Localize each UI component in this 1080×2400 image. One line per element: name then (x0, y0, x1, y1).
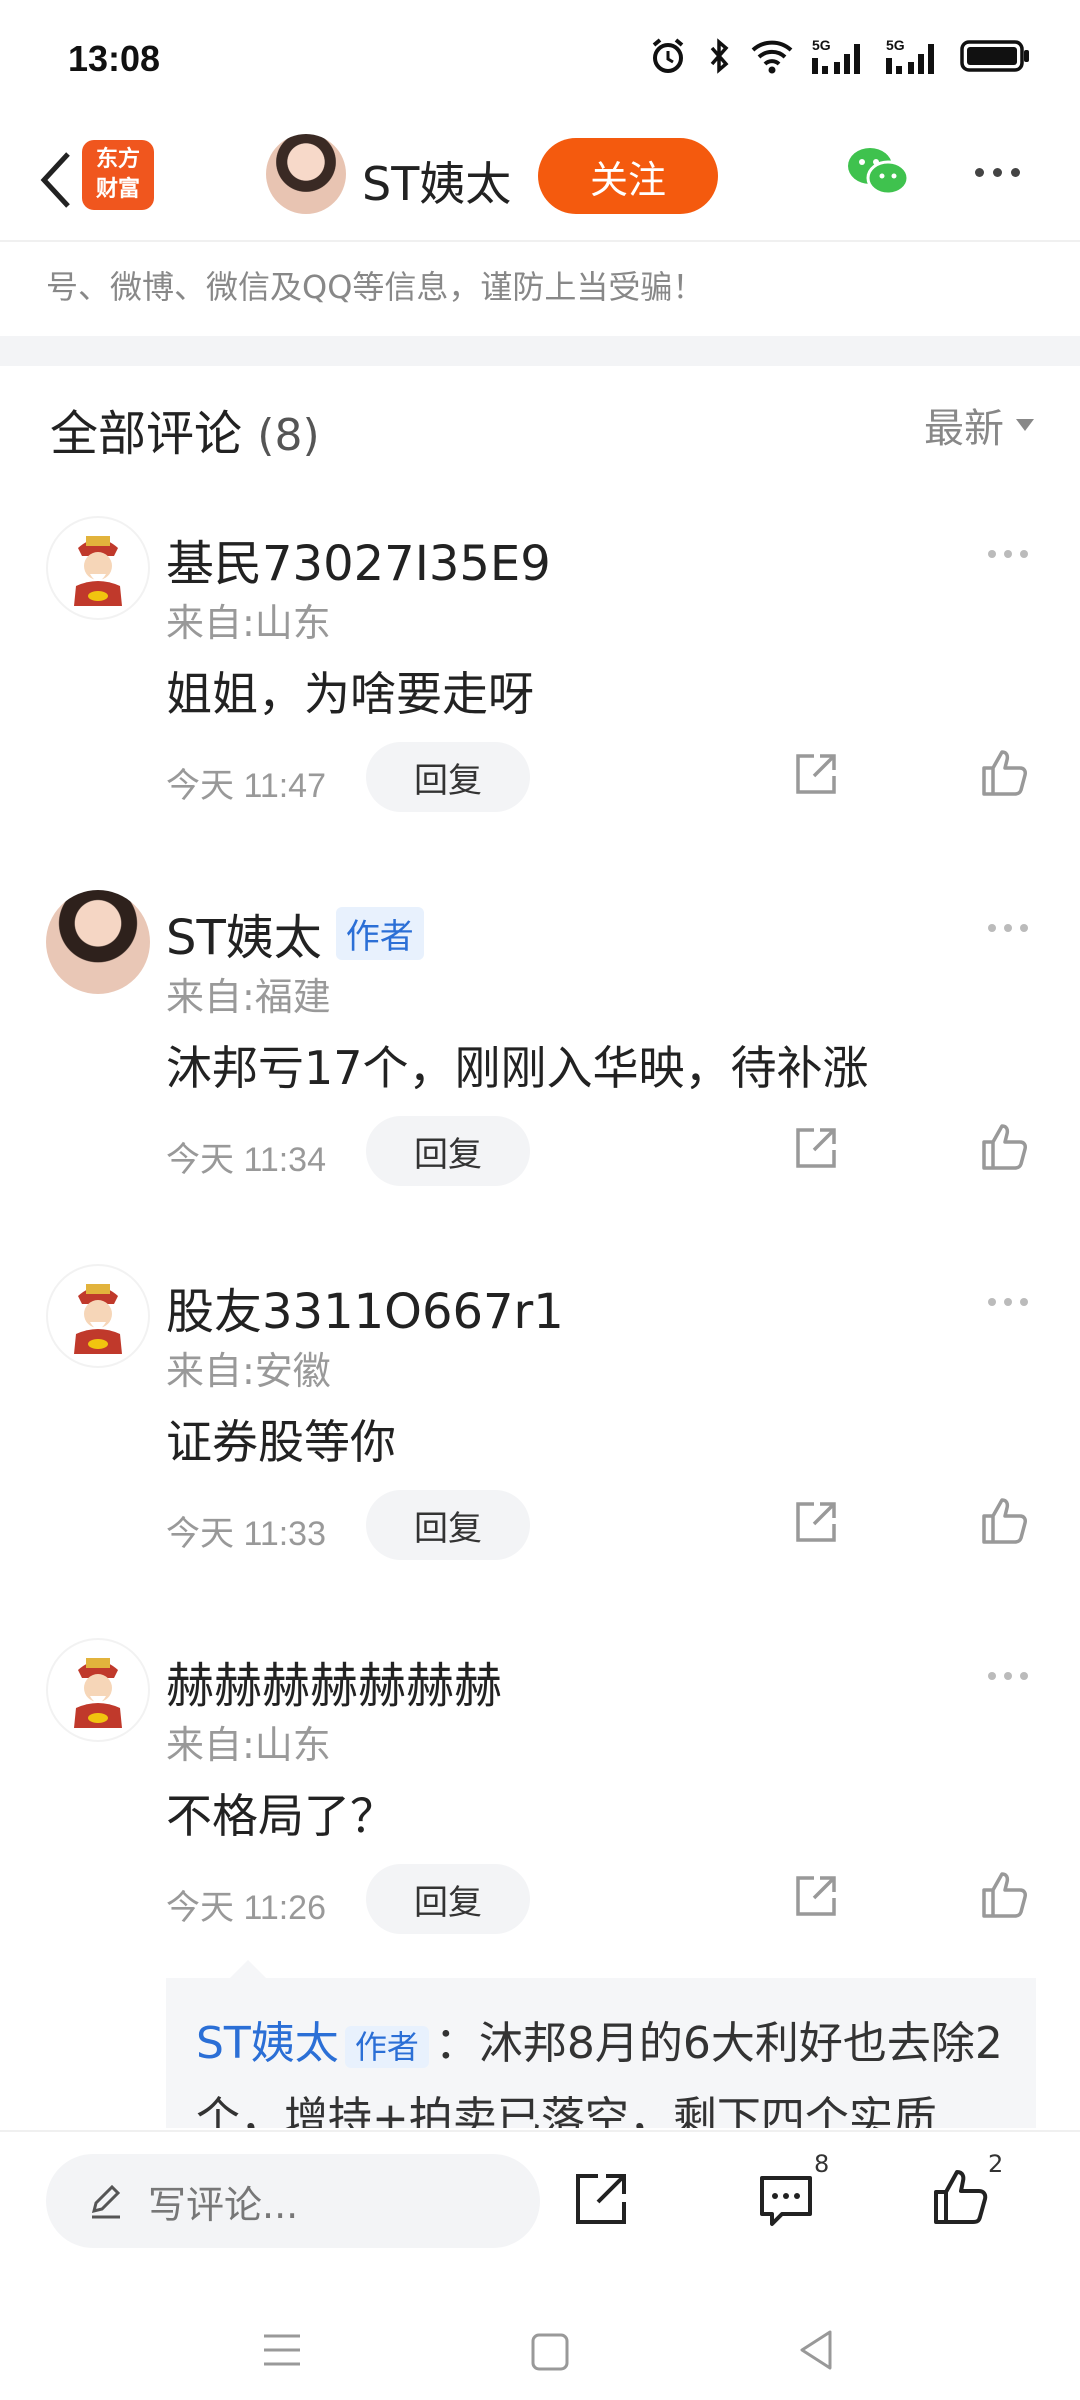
comments-title-label: 全部评论 (50, 406, 243, 462)
commenter-name[interactable]: 赫赫赫赫赫赫赫 (166, 1646, 502, 1716)
comment-bubble-icon (760, 2176, 812, 2226)
section-separator (0, 336, 1080, 366)
back-button[interactable] (24, 144, 88, 216)
commenter-name[interactable]: ST姨太 作者 (166, 898, 424, 968)
comment-item: 股友3311O667r1 来自:安徽 证券股等你 今天 11:33 回复 (0, 1264, 1080, 1638)
square-icon (531, 2333, 569, 2371)
share-icon[interactable] (792, 1124, 840, 1176)
nested-reply[interactable]: ST姨太 作者 ：沐邦8月的6大利好也去除2个，增持+拍卖已落空，剩下四个实质 (166, 1978, 1036, 2128)
commenter-name-text: 基民73027I35E9 (166, 536, 551, 592)
comment-text: 不格局了？ (166, 1789, 396, 1843)
logo-text-bottom: 财富 (95, 177, 140, 202)
write-comment-placeholder: 写评论... (148, 2182, 299, 2227)
sort-label: 最新 (924, 406, 1004, 452)
reply-button[interactable]: 回复 (366, 1864, 530, 1934)
reply-button[interactable]: 回复 (366, 1116, 530, 1186)
top-nav-header: 东方 财富 ST姨太 关注 (0, 120, 1080, 240)
share-icon[interactable] (792, 1498, 840, 1550)
comments-section-title: 全部评论 (8) (50, 394, 320, 464)
like-icon[interactable] (978, 1494, 1030, 1550)
comment-more-icon[interactable] (988, 1298, 1028, 1306)
write-comment-input[interactable]: 写评论... (46, 2154, 540, 2248)
comment-text: 姐姐，为啥要走呀 (166, 667, 534, 721)
share-icon[interactable] (792, 750, 840, 802)
commenter-name-text: 股友3311O667r1 (166, 1284, 564, 1340)
like-icon[interactable] (978, 746, 1030, 802)
caishen-avatar[interactable] (46, 1264, 150, 1368)
author-name[interactable]: ST姨太 (362, 148, 511, 214)
comment-more-icon[interactable] (988, 924, 1028, 932)
reply-button[interactable]: 回复 (366, 1490, 530, 1560)
alarm-icon (652, 38, 684, 73)
commenter-name-text: 赫赫赫赫赫赫赫 (166, 1658, 503, 1714)
status-time: 13:08 (68, 38, 161, 79)
system-back-button[interactable] (796, 2328, 836, 2376)
user-photo-avatar[interactable] (46, 890, 150, 994)
comment-count-badge: 8 (814, 2150, 830, 2178)
comment-item: ST姨太 作者 来自:福建 沐邦亏17个，刚刚入华映，待补涨 今天 11:34 … (0, 890, 1080, 1264)
comment-item: 基民73027I35E9 来自:山东 姐姐，为啥要走呀 今天 11:47 回复 (0, 516, 1080, 890)
share-icon[interactable] (792, 1872, 840, 1924)
caret-down-icon (1016, 419, 1034, 431)
signal-5g-icon: 5G (812, 37, 860, 74)
commenter-name[interactable]: 基民73027I35E9 (166, 524, 551, 594)
like-icon[interactable] (978, 1868, 1030, 1924)
reply-button[interactable]: 回复 (366, 742, 530, 812)
like-icon[interactable] (978, 1120, 1030, 1176)
comment-time: 今天 11:26 (166, 1889, 327, 1927)
author-avatar[interactable] (266, 134, 346, 214)
share-icon (576, 2174, 626, 2224)
battery-icon (960, 40, 1029, 72)
comments-count: (8) (257, 410, 320, 461)
bottom-action-bar: 写评论... 8 2 (0, 2130, 1080, 2270)
reply-pointer (230, 1960, 266, 1978)
comment-time: 今天 11:47 (166, 767, 327, 805)
share-button[interactable] (572, 2170, 630, 2232)
more-options-icon[interactable] (975, 168, 1020, 177)
status-bar: 13:08 5G 5G (0, 0, 1080, 120)
comment-item: 赫赫赫赫赫赫赫 来自:山东 不格局了？ 今天 11:26 回复 (0, 1638, 1080, 2012)
comment-time: 今天 11:34 (166, 1141, 327, 1179)
commenter-location: 来自:山东 (166, 601, 331, 645)
like-count-badge: 2 (988, 2150, 1004, 2178)
wechat-share-icon[interactable] (846, 144, 910, 204)
scam-warning-notice: 号、微博、微信及QQ等信息，谨防上当受骗！ (46, 268, 705, 306)
recent-apps-button[interactable] (262, 2332, 302, 2372)
comment-text: 证券股等你 (166, 1415, 396, 1469)
comment-time: 今天 11:33 (166, 1515, 327, 1553)
comments-button[interactable]: 8 (756, 2150, 829, 2234)
caishen-avatar[interactable] (46, 1638, 150, 1742)
commenter-location: 来自:福建 (166, 975, 331, 1019)
reply-author-name[interactable]: ST姨太 (196, 2018, 339, 2069)
caishen-avatar[interactable] (46, 516, 150, 620)
like-button[interactable]: 2 (930, 2150, 1003, 2232)
commenter-location: 来自:安徽 (166, 1349, 331, 1393)
thumbs-up-icon (934, 2170, 988, 2224)
commenter-location: 来自:山东 (166, 1723, 331, 1767)
signal-5g-icon: 5G (886, 37, 934, 74)
menu-icon (264, 2334, 300, 2366)
bluetooth-icon (710, 38, 729, 74)
author-badge: 作者 (344, 2026, 429, 2068)
divider (0, 240, 1080, 242)
svg-text:5G: 5G (812, 37, 831, 53)
home-button[interactable] (530, 2332, 570, 2376)
status-icons: 5G 5G (648, 36, 1030, 76)
app-logo[interactable]: 东方 财富 (82, 140, 154, 210)
comment-more-icon[interactable] (988, 550, 1028, 558)
triangle-back-icon (800, 2330, 832, 2370)
logo-text-top: 东方 (95, 147, 140, 172)
chevron-left-icon (40, 152, 70, 208)
wifi-icon (751, 40, 793, 74)
commenter-name[interactable]: 股友3311O667r1 (166, 1272, 564, 1342)
sort-dropdown[interactable]: 最新 (924, 396, 1034, 454)
system-nav-bar (0, 2270, 1080, 2400)
comment-more-icon[interactable] (988, 1672, 1028, 1680)
author-badge: 作者 (335, 906, 424, 960)
pencil-icon (91, 2184, 121, 2219)
commenter-name-text: ST姨太 (166, 910, 322, 966)
follow-button[interactable]: 关注 (538, 138, 718, 214)
svg-text:5G: 5G (886, 37, 905, 53)
comment-text: 沐邦亏17个，刚刚入华映，待补涨 (166, 1041, 869, 1095)
